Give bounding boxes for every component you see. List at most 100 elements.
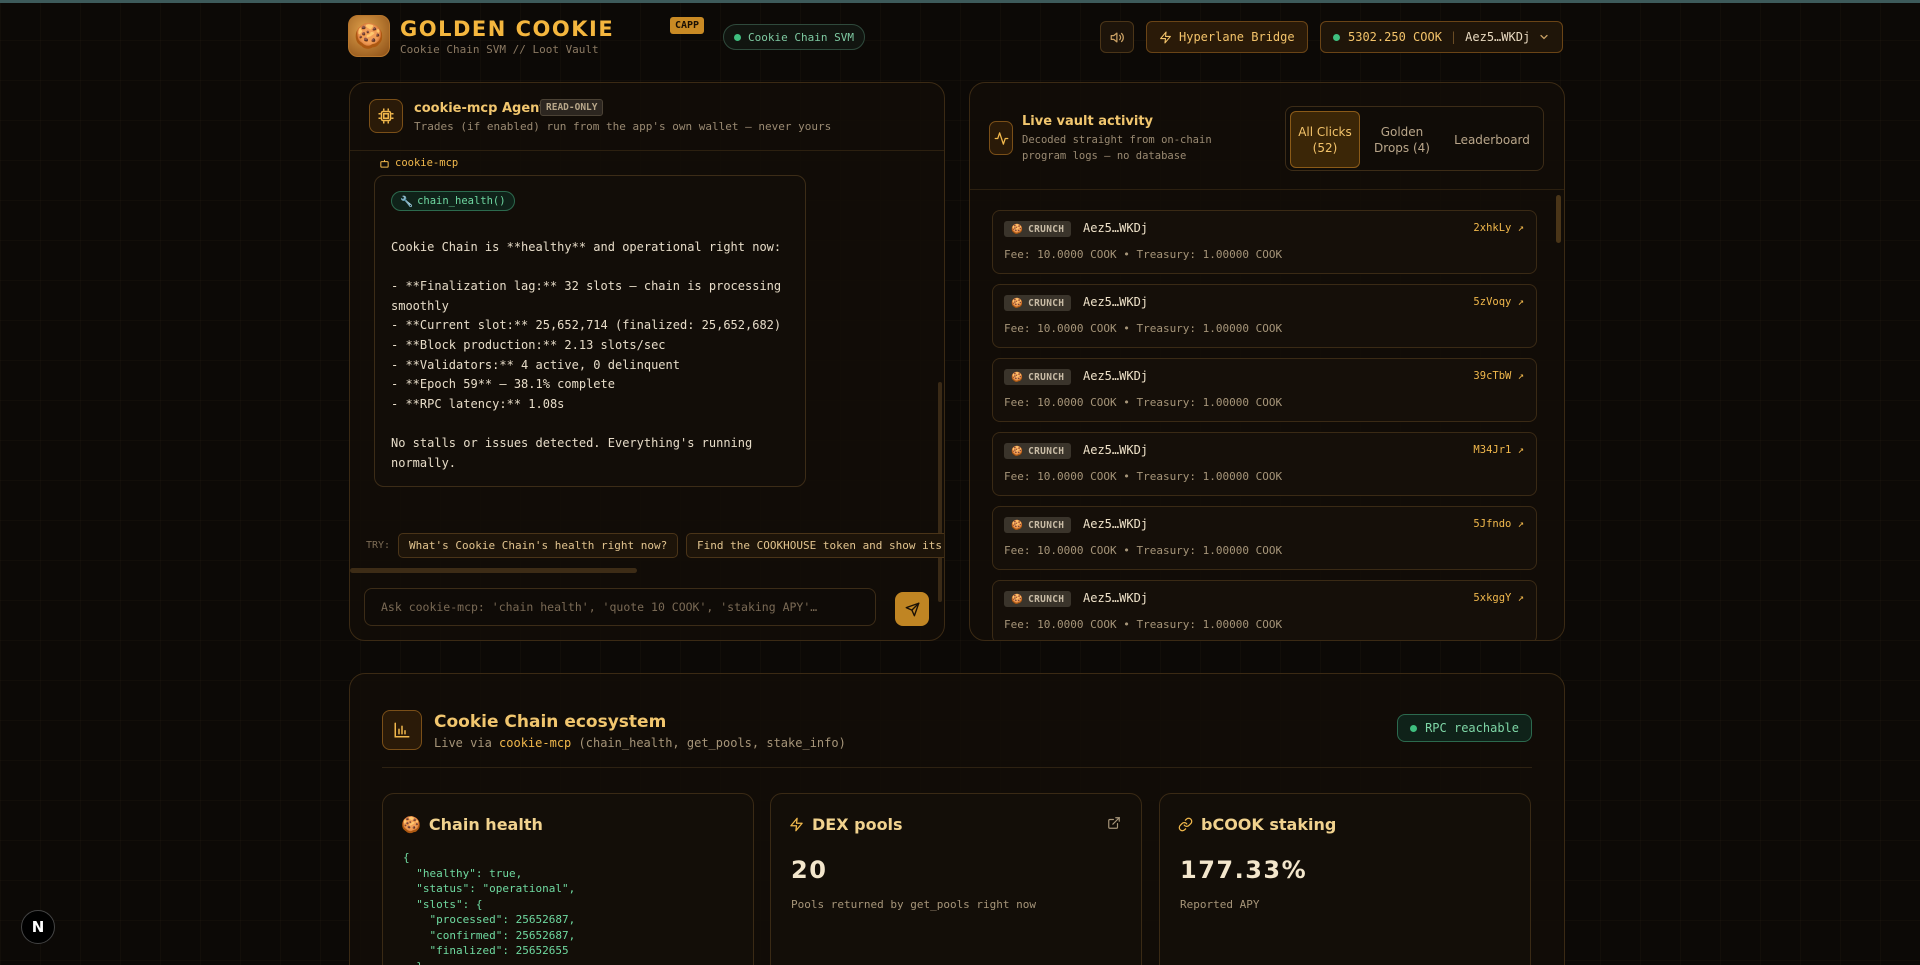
- message-sender: cookie-mcp: [379, 157, 458, 169]
- event-type: CRUNCH: [1028, 297, 1065, 309]
- event-type: CRUNCH: [1028, 371, 1065, 383]
- cookie-icon: 🍪: [1011, 445, 1024, 457]
- bar-chart-icon: [382, 710, 422, 750]
- chat-input-box: [364, 588, 876, 626]
- suggestions-scrollbar[interactable]: [350, 568, 637, 573]
- activity-item[interactable]: 🍪 CRUNCH Aez5…WKDj 5xkggY ↗ Fee: 10.0000 …: [992, 580, 1537, 640]
- bot-icon: [380, 159, 389, 168]
- card-title: 🍪 Chain health: [401, 815, 543, 834]
- chain-status-pill: Cookie Chain SVM: [723, 24, 865, 50]
- ecosystem-subtitle: Live via cookie-mcp (chain_health, get_p…: [434, 736, 846, 750]
- activity-header: Live vault activity Decoded straight fro…: [970, 83, 1564, 190]
- agent-title: cookie-mcp Agent: [414, 101, 546, 116]
- tx-link[interactable]: 39cTbW ↗: [1473, 370, 1524, 382]
- cookie-icon: 🍪: [1011, 593, 1024, 605]
- ecosystem-panel: Cookie Chain ecosystem Live via cookie-m…: [349, 673, 1565, 965]
- chain-health-title: Chain health: [428, 815, 543, 834]
- wrench-icon: 🔧: [400, 195, 414, 208]
- tab-all-clicks[interactable]: All Clicks (52): [1290, 111, 1360, 168]
- chain-name: Cookie Chain SVM: [748, 30, 854, 44]
- crunch-badge: 🍪 CRUNCH: [1004, 221, 1072, 237]
- cookie-icon: 🍪: [1011, 371, 1024, 383]
- activity-item[interactable]: 🍪 CRUNCH Aez5…WKDj 5zVoqy ↗ Fee: 10.0000 …: [992, 284, 1537, 348]
- activity-list[interactable]: 🍪 CRUNCH Aez5…WKDj 2xhkLy ↗ Fee: 10.0000 …: [970, 191, 1564, 640]
- wallet-button[interactable]: 5302.250 COOK | Aez5…WKDj: [1320, 21, 1564, 53]
- suggestion-chip[interactable]: Find the COOKHOUSE token and show its: [686, 533, 944, 558]
- cookie-icon: 🍪: [1011, 297, 1024, 309]
- activity-item[interactable]: 🍪 CRUNCH Aez5…WKDj M34Jr1 ↗ Fee: 10.0000 …: [992, 432, 1537, 496]
- tab-golden-drops[interactable]: Golden Drops (4): [1366, 111, 1438, 168]
- activity-subtitle: Decoded straight from on-chain program l…: [1022, 134, 1212, 162]
- player-address: Aez5…WKDj: [1083, 443, 1149, 457]
- tab-leaderboard[interactable]: Leaderboard: [1444, 111, 1540, 168]
- suggestion-chip[interactable]: What's Cookie Chain's health right now?: [398, 533, 679, 558]
- subtitle-prefix: Live via: [434, 736, 492, 750]
- lightning-icon: [790, 817, 803, 832]
- activity-pulse-icon: [989, 121, 1013, 155]
- tx-link[interactable]: M34Jr1 ↗: [1473, 444, 1524, 456]
- dex-pools-count: 20: [791, 856, 828, 884]
- tx-link[interactable]: 5Jfndo ↗: [1473, 518, 1524, 530]
- activity-tabs: All Clicks (52) Golden Drops (4) Leaderb…: [1285, 106, 1544, 171]
- ecosystem-title: Cookie Chain ecosystem: [434, 712, 667, 732]
- agent-message-text: Cookie Chain is **healthy** and operatio…: [391, 240, 782, 470]
- hyperlane-bridge-button[interactable]: Hyperlane Bridge: [1146, 21, 1308, 53]
- fee-details: Fee: 10.0000 COOK • Treasury: 1.00000 CO…: [1004, 396, 1283, 409]
- cookie-icon[interactable]: 🍪: [348, 15, 390, 57]
- dex-pools-note: Pools returned by get_pools right now: [791, 898, 1037, 911]
- cookie-icon: 🍪: [401, 815, 421, 834]
- dex-pools-title: DEX pools: [812, 815, 903, 834]
- fee-details: Fee: 10.0000 COOK • Treasury: 1.00000 CO…: [1004, 618, 1283, 631]
- staking-title: bCOOK staking: [1201, 815, 1337, 834]
- chevron-down-icon: [1540, 34, 1548, 40]
- brand-title: GOLDEN COOKIE: [400, 17, 615, 41]
- sender-name: cookie-mcp: [395, 157, 459, 169]
- wallet-address: Aez5…WKDj: [1465, 30, 1531, 44]
- event-type: CRUNCH: [1028, 593, 1065, 605]
- tx-link[interactable]: 2xhkLy ↗: [1473, 222, 1524, 234]
- speaker-icon: [1110, 32, 1124, 42]
- activity-item[interactable]: 🍪 CRUNCH Aez5…WKDj 39cTbW ↗ Fee: 10.0000 …: [992, 358, 1537, 422]
- chat-input[interactable]: [365, 589, 875, 625]
- external-link-icon[interactable]: [1107, 816, 1121, 830]
- crunch-badge: 🍪 CRUNCH: [1004, 517, 1072, 533]
- event-type: CRUNCH: [1028, 445, 1065, 457]
- tool-call-name: chain_health(): [417, 195, 506, 207]
- vault-activity-panel: Live vault activity Decoded straight fro…: [969, 82, 1565, 641]
- wallet-separator: |: [1449, 30, 1458, 44]
- activity-item[interactable]: 🍪 CRUNCH Aez5…WKDj 5Jfndo ↗ Fee: 10.0000 …: [992, 506, 1537, 570]
- event-type: CRUNCH: [1028, 519, 1065, 531]
- send-icon: [905, 602, 919, 616]
- player-address: Aez5…WKDj: [1083, 295, 1149, 309]
- crunch-badge: 🍪 CRUNCH: [1004, 369, 1072, 385]
- sound-toggle-button[interactable]: [1100, 21, 1134, 53]
- lightning-icon: [1160, 31, 1171, 43]
- fee-details: Fee: 10.0000 COOK • Treasury: 1.00000 CO…: [1004, 470, 1283, 483]
- send-button[interactable]: [895, 592, 929, 626]
- capp-badge: CAPP: [670, 17, 705, 34]
- player-address: Aez5…WKDj: [1083, 591, 1149, 605]
- subtitle-suffix: (chain_health, get_pools, stake_info): [578, 736, 846, 750]
- activity-item[interactable]: 🍪 CRUNCH Aez5…WKDj 2xhkLy ↗ Fee: 10.0000 …: [992, 210, 1537, 274]
- fee-details: Fee: 10.0000 COOK • Treasury: 1.00000 CO…: [1004, 322, 1283, 335]
- cpu-icon: [369, 99, 403, 133]
- agent-message-bubble: 🔧 chain_health() Cookie Chain is **healt…: [374, 175, 806, 487]
- bridge-label: Hyperlane Bridge: [1179, 30, 1295, 44]
- fee-details: Fee: 10.0000 COOK • Treasury: 1.00000 CO…: [1004, 544, 1283, 557]
- tx-link[interactable]: 5zVoqy ↗: [1473, 296, 1524, 308]
- status-dot-icon: [1410, 724, 1418, 732]
- next-dev-badge[interactable]: N: [21, 910, 55, 944]
- agent-header: cookie-mcp Agent READ-ONLY Trades (if en…: [350, 83, 944, 151]
- subtitle-highlight: cookie-mcp: [499, 736, 572, 750]
- staking-note: Reported APY: [1180, 898, 1260, 911]
- link-icon: [1178, 817, 1193, 832]
- cookie-icon: 🍪: [1011, 223, 1024, 235]
- activity-scrollbar[interactable]: [1556, 195, 1561, 243]
- tx-link[interactable]: 5xkggY ↗: [1473, 592, 1524, 604]
- crunch-badge: 🍪 CRUNCH: [1004, 295, 1072, 311]
- chat-scrollbar[interactable]: [938, 382, 942, 602]
- agent-subtitle: Trades (if enabled) run from the app's o…: [414, 120, 832, 133]
- fee-details: Fee: 10.0000 COOK • Treasury: 1.00000 CO…: [1004, 248, 1283, 261]
- rpc-status-badge: RPC reachable: [1397, 714, 1532, 742]
- status-dot-icon: [734, 33, 741, 41]
